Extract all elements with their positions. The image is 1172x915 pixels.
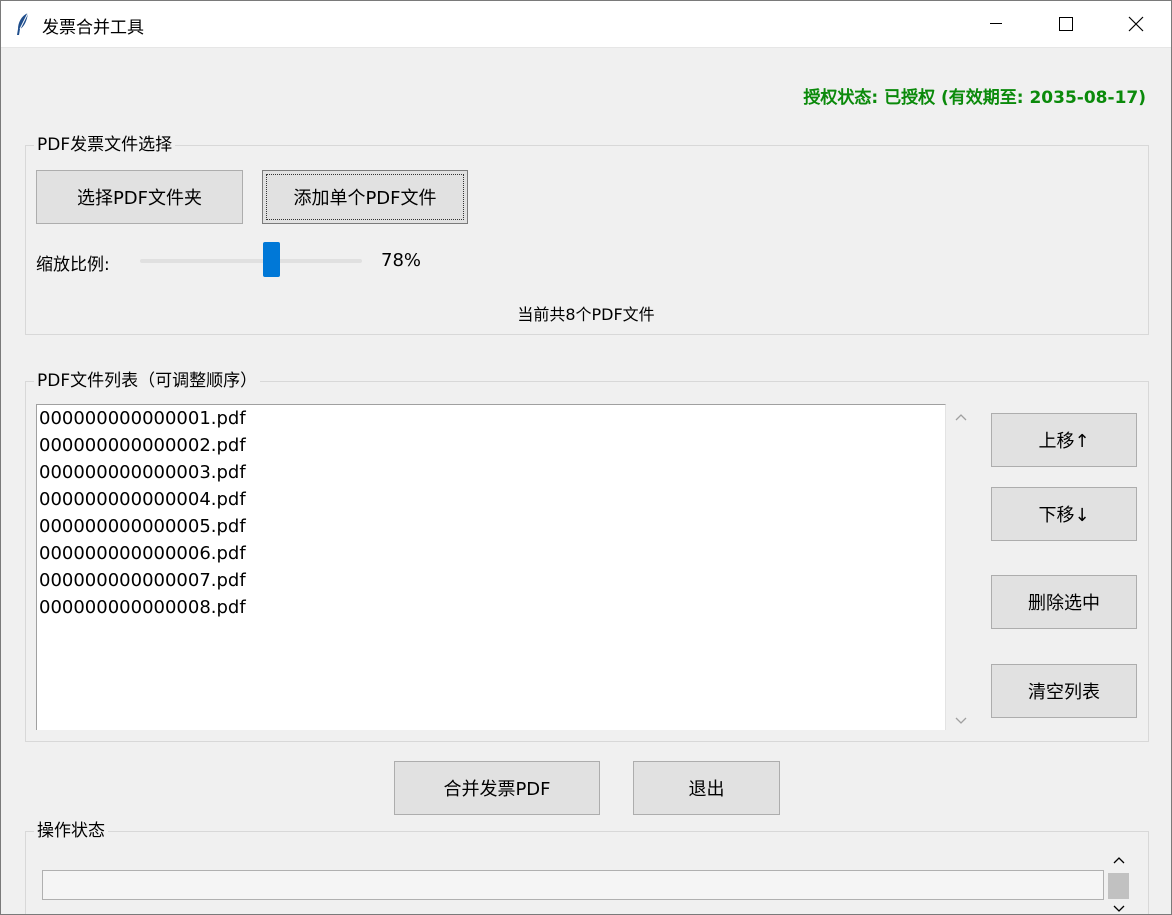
list-item[interactable]: 000000000000005.pdf [37, 513, 945, 540]
feather-icon [15, 12, 31, 36]
scale-slider-thumb[interactable] [262, 242, 280, 277]
file-list-group-label: PDF文件列表（可调整顺序） [34, 370, 261, 392]
maximize-button[interactable] [1031, 1, 1101, 47]
status-scrollbar-thumb[interactable] [1108, 873, 1129, 899]
move-down-label: 下移↓ [1038, 505, 1090, 526]
merge-pdf-button[interactable]: 合并发票PDF [394, 761, 600, 815]
exit-label: 退出 [688, 779, 725, 800]
list-item[interactable]: 000000000000002.pdf [37, 432, 945, 459]
title-bar[interactable]: 发票合并工具 [1, 1, 1171, 48]
minimize-button[interactable] [961, 1, 1031, 47]
app-window: 发票合并工具 授权状态: 已授权 (有效期至: 2035-08-17) PDF发… [0, 0, 1172, 915]
auth-status-label: 授权状态: 已授权 (有效期至: 2035-08-17) [803, 88, 1146, 108]
status-text-area[interactable] [42, 870, 1104, 900]
add-file-button[interactable]: 添加单个PDF文件 [262, 170, 468, 224]
scroll-up-icon[interactable] [953, 410, 969, 426]
scroll-down-icon[interactable] [953, 712, 969, 728]
minimize-icon [990, 23, 1002, 24]
clear-list-button[interactable]: 清空列表 [991, 664, 1137, 718]
status-scroll-up-icon[interactable] [1111, 853, 1127, 869]
maximize-icon [1059, 17, 1073, 31]
close-button[interactable] [1101, 1, 1171, 47]
select-folder-label: 选择PDF文件夹 [76, 188, 203, 209]
delete-selected-label: 删除选中 [1028, 593, 1100, 614]
delete-selected-button[interactable]: 删除选中 [991, 575, 1137, 629]
list-item[interactable]: 000000000000008.pdf [37, 594, 945, 621]
list-item[interactable]: 000000000000001.pdf [37, 405, 945, 432]
close-icon [1128, 16, 1144, 32]
scale-slider-track[interactable] [140, 259, 362, 263]
window-title: 发票合并工具 [42, 18, 144, 38]
select-folder-button[interactable]: 选择PDF文件夹 [36, 170, 243, 224]
file-count-label: 当前共8个PDF文件 [517, 305, 655, 324]
exit-button[interactable]: 退出 [633, 761, 780, 815]
focus-ring [266, 174, 464, 220]
merge-pdf-label: 合并发票PDF [443, 779, 551, 800]
list-item[interactable]: 000000000000006.pdf [37, 540, 945, 567]
scale-value: 78% [381, 250, 422, 271]
move-up-button[interactable]: 上移↑ [991, 413, 1137, 467]
scale-label: 缩放比例: [36, 255, 110, 275]
file-select-group-label: PDF发票文件选择 [34, 134, 176, 156]
move-up-label: 上移↑ [1038, 431, 1090, 452]
pdf-file-listbox[interactable]: 000000000000001.pdf 000000000000002.pdf … [36, 404, 946, 730]
clear-list-label: 清空列表 [1028, 682, 1100, 703]
operation-status-group-label: 操作状态 [34, 820, 108, 842]
list-item[interactable]: 000000000000003.pdf [37, 459, 945, 486]
list-item[interactable]: 000000000000007.pdf [37, 567, 945, 594]
list-item[interactable]: 000000000000004.pdf [37, 486, 945, 513]
move-down-button[interactable]: 下移↓ [991, 487, 1137, 541]
status-scroll-down-icon[interactable] [1111, 900, 1127, 915]
